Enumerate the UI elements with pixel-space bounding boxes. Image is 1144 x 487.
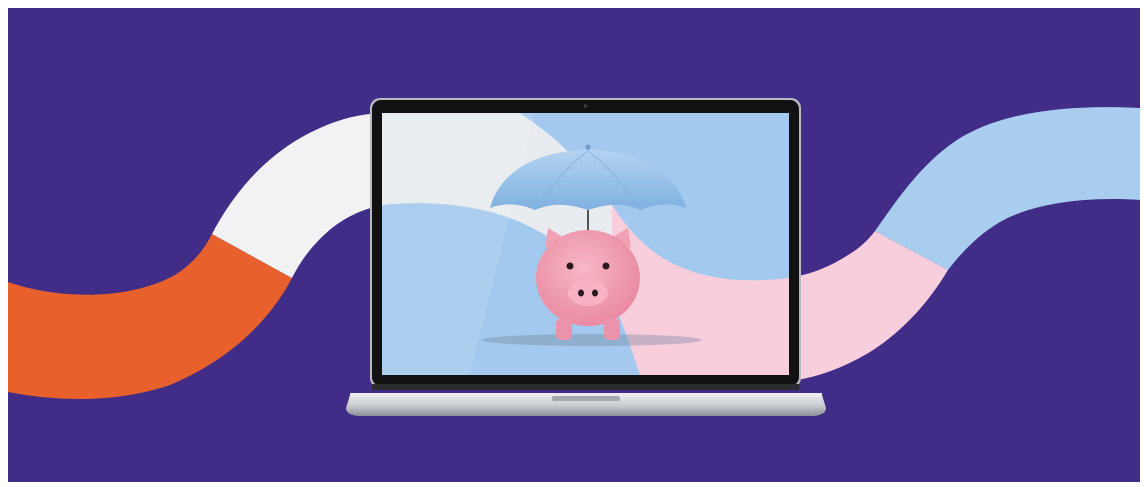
laptop-icon [346,98,826,416]
illustration [8,8,1140,482]
laptop-screen [382,113,789,375]
banner-image [0,0,1144,487]
